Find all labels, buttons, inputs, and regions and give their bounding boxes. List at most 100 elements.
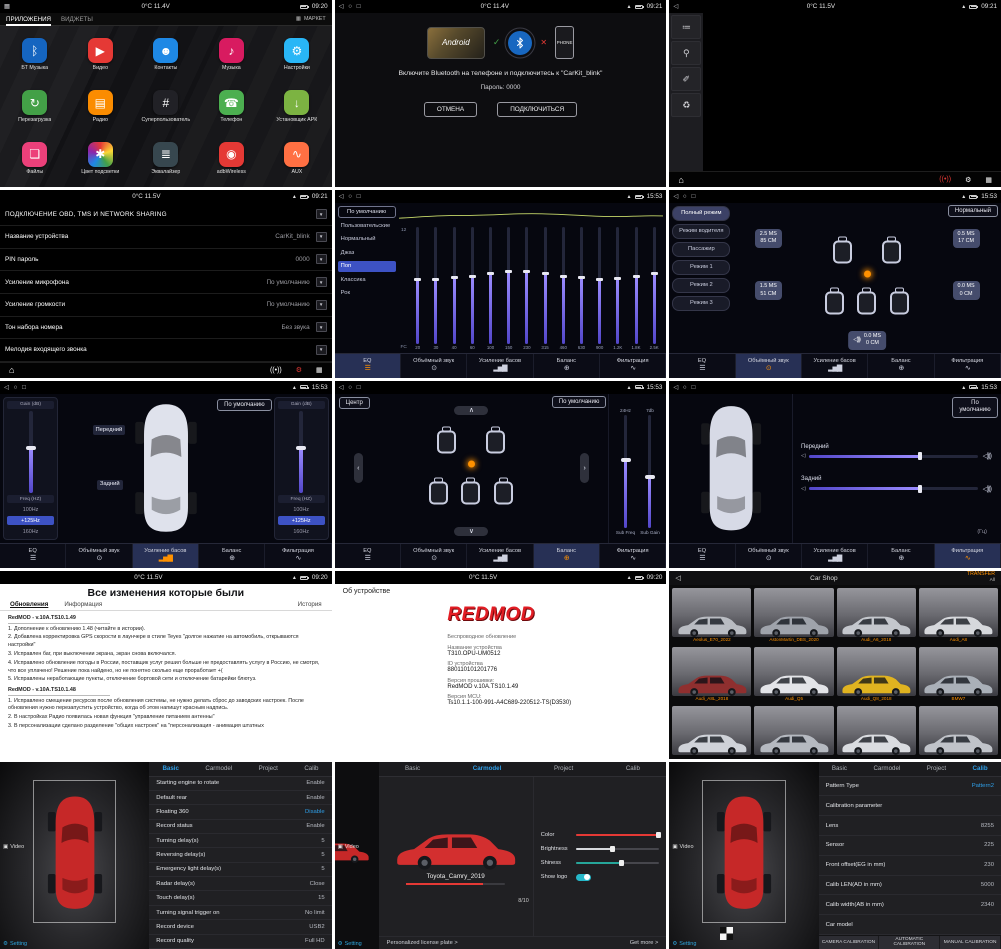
app-shortcut[interactable]: ᛒ БТ Музыка bbox=[2, 29, 68, 81]
nav-buttons[interactable]: ◁ ○ □ bbox=[339, 3, 362, 10]
cam-setting-row[interactable]: Car model bbox=[819, 915, 1001, 935]
audio-tab[interactable]: Фильтрация ∿ bbox=[935, 544, 1001, 568]
app-shortcut[interactable]: ☎ Телефон bbox=[199, 81, 265, 133]
eq-band-slider[interactable]: 150 bbox=[500, 227, 518, 350]
listening-point[interactable] bbox=[864, 270, 871, 277]
cam-setting-row[interactable]: Calibration parameter bbox=[819, 796, 1001, 816]
calibration-button[interactable]: AUTOMATIC CALIBRATION bbox=[879, 936, 940, 949]
audio-tab[interactable]: Усиление басов ▂▅▇ bbox=[467, 544, 533, 568]
car-model-item[interactable] bbox=[837, 706, 916, 758]
surround-mode[interactable]: Режим 3 bbox=[672, 296, 730, 311]
cam-setting-row[interactable]: Radar delay(s) Close bbox=[149, 877, 331, 891]
audio-tab[interactable]: EQ ☰ bbox=[335, 354, 401, 378]
dropdown-icon[interactable]: ▼ bbox=[316, 232, 327, 242]
dropdown-icon[interactable]: ▼ bbox=[316, 300, 327, 310]
video-button[interactable]: ▣Video bbox=[338, 844, 359, 850]
surround-preset-button[interactable]: Нормальный bbox=[948, 205, 998, 217]
dropdown-icon[interactable]: ▼ bbox=[316, 277, 327, 287]
hotspot-icon[interactable]: ((•)) bbox=[270, 367, 282, 374]
changelog-tab[interactable]: Обновления bbox=[10, 601, 48, 608]
cam-tab[interactable]: Carmodel bbox=[473, 765, 502, 772]
bass-freq-option[interactable]: 100Hz bbox=[278, 505, 325, 514]
eq-band-slider[interactable]: 900 bbox=[591, 227, 609, 350]
nav-buttons[interactable]: ◁ ○ □ bbox=[339, 384, 362, 391]
car-model-item[interactable]: Audi_Q8_2018 bbox=[837, 647, 916, 703]
audio-tab[interactable]: Баланс ⊕ bbox=[868, 544, 934, 568]
car-model-item[interactable] bbox=[672, 706, 751, 758]
settings-gear-icon[interactable]: ⚙ bbox=[296, 366, 302, 374]
eq-band-slider[interactable]: 20 bbox=[409, 227, 427, 350]
audio-tab[interactable]: Фильтрация ∿ bbox=[600, 354, 666, 378]
cam-tab[interactable]: Carmodel bbox=[205, 765, 232, 772]
audio-tab[interactable]: EQ ☰ bbox=[669, 544, 735, 568]
cam-setting-row[interactable]: Front offset(EG in mm) 230 bbox=[819, 856, 1001, 876]
audio-tab[interactable]: Объёмный звук ⊙ bbox=[401, 544, 467, 568]
cam-setting-row[interactable]: Reversing delay(s) 5 bbox=[149, 848, 331, 862]
audio-tab[interactable]: EQ ☰ bbox=[335, 544, 401, 568]
cam-tab[interactable]: Carmodel bbox=[873, 765, 900, 772]
app-shortcut[interactable]: ☻ Контакты bbox=[133, 29, 199, 81]
cam-tab[interactable]: Basic bbox=[405, 765, 420, 772]
app-shortcut[interactable]: ✱ Цвет подсветки bbox=[68, 133, 134, 185]
eq-band-slider[interactable]: 460 bbox=[554, 227, 572, 350]
cam-tab[interactable]: Calib bbox=[304, 765, 318, 772]
control-slider[interactable] bbox=[576, 848, 660, 851]
eq-band-slider[interactable]: 630 bbox=[572, 227, 590, 350]
cam-tab[interactable]: Project bbox=[927, 765, 946, 772]
settings-row[interactable]: PIN пароль 0000 ▼ bbox=[0, 249, 332, 272]
changelog-tab[interactable]: История bbox=[298, 601, 322, 608]
setting-button[interactable]: ⚙Setting bbox=[3, 941, 27, 947]
audio-tab[interactable]: Объёмный звук ⊙ bbox=[736, 544, 802, 568]
app-shortcut[interactable]: ▤ Радио bbox=[68, 81, 134, 133]
eq-band-slider[interactable]: 60 bbox=[463, 227, 481, 350]
audio-tab[interactable]: Фильтрация ∿ bbox=[265, 544, 331, 568]
cam-setting-row[interactable]: Starting engine to rotate Enable bbox=[149, 777, 331, 791]
eq-preset[interactable]: Джаз bbox=[338, 248, 396, 259]
reset-defaults-button[interactable]: По умолчанию bbox=[952, 397, 998, 418]
audio-tab[interactable]: Фильтрация ∿ bbox=[935, 354, 1001, 378]
settings-section-header[interactable]: ПОДКЛЮЧЕНИЕ OBD, TMS И NETWORK SHARING ▼ bbox=[0, 203, 332, 226]
settings-row[interactable]: Усиление громкости По умолчанию ▼ bbox=[0, 294, 332, 317]
cam-tab[interactable]: Basic bbox=[162, 765, 179, 772]
cam-setting-row[interactable]: Touch delay(s) 15 bbox=[149, 891, 331, 905]
eq-preset[interactable]: Рок bbox=[338, 288, 396, 299]
bass-gain-slider[interactable] bbox=[29, 411, 33, 493]
crossover-slider[interactable] bbox=[809, 487, 977, 490]
connect-button[interactable]: ПОДКЛЮЧИТЬСЯ bbox=[497, 102, 577, 117]
calibration-button[interactable]: MANUAL CALIBRATION bbox=[940, 936, 1001, 949]
eq-preset[interactable]: Классика bbox=[338, 275, 396, 286]
surround-mode[interactable]: Режим водителя bbox=[672, 224, 730, 239]
eq-preset[interactable]: Поп bbox=[338, 261, 396, 272]
audio-tab[interactable]: Усиление басов ▂▅▇ bbox=[133, 544, 199, 568]
settings-row[interactable]: Тон набора номера Без звука ▼ bbox=[0, 317, 332, 340]
back-button[interactable]: ◁ bbox=[673, 3, 679, 10]
bass-freq-option[interactable]: 160Hz bbox=[7, 527, 54, 536]
eq-band-slider[interactable]: 2.5K bbox=[645, 227, 663, 350]
home-button[interactable]: ⌂ bbox=[9, 365, 14, 375]
arrow-down-button[interactable]: ∨ bbox=[454, 527, 488, 536]
nav-buttons[interactable]: ◁ ○ □ bbox=[673, 193, 696, 200]
cam-tab[interactable]: Calib bbox=[973, 765, 988, 772]
video-button[interactable]: ▣Video bbox=[3, 844, 24, 850]
cam-tab[interactable]: Calib bbox=[626, 765, 640, 772]
home-button[interactable]: ⌂ bbox=[678, 175, 683, 185]
app-grid-icon[interactable]: ▦ bbox=[316, 366, 323, 374]
car-model-item[interactable]: Audi_A8L_2018 bbox=[672, 647, 751, 703]
audio-tab[interactable]: Усиление басов ▂▅▇ bbox=[802, 354, 868, 378]
changelog-tab[interactable]: Информация bbox=[64, 601, 102, 608]
surround-mode[interactable]: Полный режим bbox=[672, 206, 730, 221]
control-slider[interactable] bbox=[576, 862, 660, 865]
car-model-item[interactable]: Audi_Q5 bbox=[754, 647, 833, 703]
audio-tab[interactable]: EQ ☰ bbox=[0, 544, 66, 568]
app-shortcut[interactable]: # Суперпользователь bbox=[133, 81, 199, 133]
delay-subwoofer[interactable]: ◁))) 0.0 MS0 CM bbox=[848, 331, 886, 350]
cam-setting-row[interactable]: Turning delay(s) 5 bbox=[149, 834, 331, 848]
audio-tab[interactable]: Баланс ⊕ bbox=[868, 354, 934, 378]
cam-tab[interactable]: Project bbox=[259, 765, 278, 772]
reset-defaults-button[interactable]: По умолчанию bbox=[217, 399, 272, 411]
bass-freq-option[interactable]: +125Hz bbox=[278, 516, 325, 525]
control-slider[interactable] bbox=[576, 834, 660, 837]
bass-freq-option[interactable]: 100Hz bbox=[7, 505, 54, 514]
eq-band-slider[interactable]: 315 bbox=[536, 227, 554, 350]
delay-front-left[interactable]: 2.5 MS85 CM bbox=[755, 229, 782, 248]
